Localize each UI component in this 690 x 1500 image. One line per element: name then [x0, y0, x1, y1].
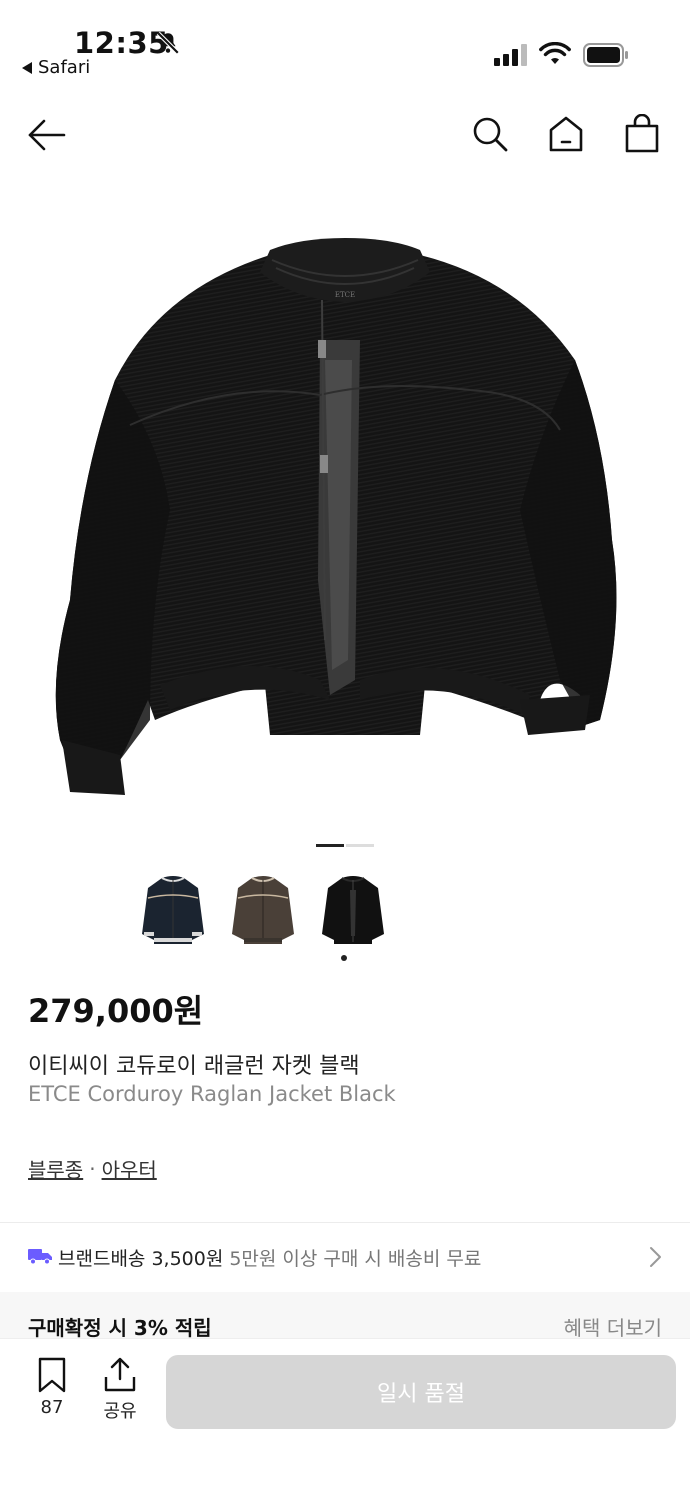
points-label: 구매확정 시 3% 적립: [28, 1316, 212, 1340]
product-name-english: ETCE Corduroy Raglan Jacket Black: [28, 1082, 396, 1106]
cellular-signal-icon: [494, 44, 527, 66]
status-bar: 12:35 Safari: [0, 0, 690, 90]
bell-muted-icon: [156, 31, 180, 55]
battery-icon: [583, 43, 628, 67]
search-icon[interactable]: [470, 114, 510, 154]
category-link-outer[interactable]: 아우터: [102, 1154, 157, 1183]
home-icon[interactable]: [546, 114, 586, 154]
category-link-blouson[interactable]: 블루종: [28, 1154, 83, 1183]
shipping-sub: 5만원 이상 구매 시 배송비 무료: [229, 1248, 482, 1270]
bookmark-button[interactable]: 87: [32, 1357, 72, 1418]
bottom-action-bar: 87 공유 일시 품절: [0, 1338, 690, 1500]
wifi-icon: [539, 42, 571, 64]
color-thumbnails: [140, 870, 386, 946]
back-to-app[interactable]: Safari: [22, 57, 90, 78]
back-app-label: Safari: [38, 57, 91, 78]
share-icon: [104, 1357, 136, 1392]
product-price: 279,000원: [28, 992, 204, 1030]
category-separator: ·: [89, 1156, 96, 1181]
svg-text:ETCE: ETCE: [335, 291, 355, 299]
product-name-korean: 이티씨이 코듀로이 래글런 자켓 블랙: [28, 1054, 360, 1079]
chevron-right-icon: [650, 1247, 661, 1267]
section-divider: [0, 1222, 690, 1223]
image-pager: [316, 844, 374, 847]
black-jacket-thumb[interactable]: [320, 870, 386, 946]
share-label: 공유: [103, 1401, 137, 1422]
shipping-text: 브랜드배송 3,500원 5만원 이상 구매 시 배송비 무료: [58, 1244, 481, 1271]
shipping-label: 브랜드배송 3,500원: [58, 1248, 224, 1270]
shipping-info-row[interactable]: 브랜드배송 3,500원 5만원 이상 구매 시 배송비 무료: [0, 1224, 690, 1290]
product-main-image[interactable]: ETCE: [0, 180, 690, 830]
back-triangle-icon: [22, 61, 32, 74]
brown-jacket-thumb[interactable]: [230, 870, 296, 946]
bookmark-icon: [38, 1357, 66, 1393]
share-button[interactable]: 공유: [100, 1357, 140, 1423]
pager-segment: [346, 844, 374, 847]
pager-segment-active: [316, 844, 344, 847]
bookmark-count: 87: [40, 1397, 64, 1418]
points-benefit-row: 구매확정 시 3% 적립 혜택 더보기: [0, 1292, 690, 1342]
navy-jacket-thumb[interactable]: [140, 870, 206, 946]
sold-out-button[interactable]: 일시 품절: [166, 1355, 676, 1429]
shopping-bag-icon[interactable]: [622, 114, 662, 154]
benefits-more-link[interactable]: 혜택 더보기: [564, 1312, 662, 1341]
category-breadcrumb: 블루종 · 아우터: [28, 1154, 157, 1183]
truck-icon: [28, 1249, 52, 1265]
top-nav: [0, 100, 690, 170]
selected-thumbnail-indicator: [341, 955, 347, 961]
back-arrow-icon[interactable]: [26, 114, 68, 156]
